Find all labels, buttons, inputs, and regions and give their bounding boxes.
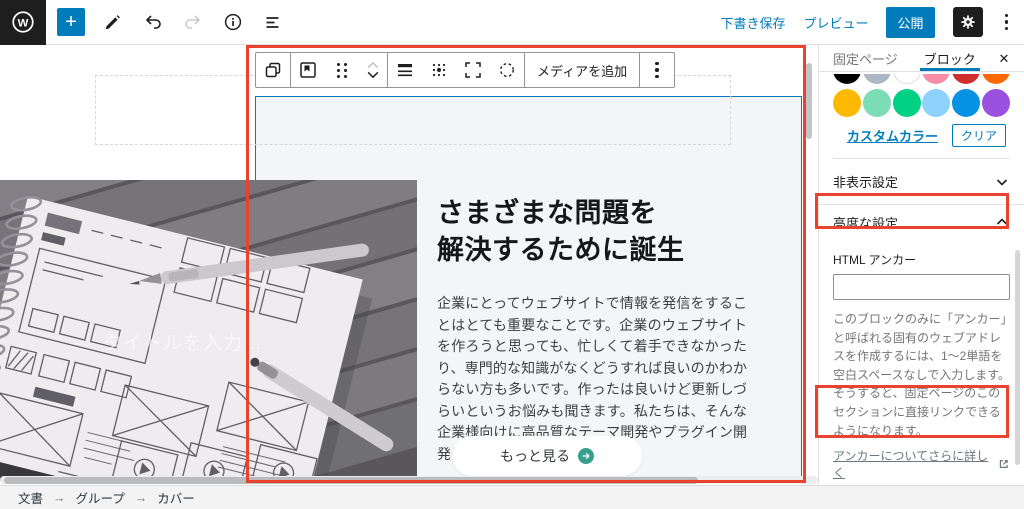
color-swatch[interactable] — [833, 74, 861, 84]
html-anchor-input[interactable] — [833, 274, 1010, 300]
publish-button[interactable]: 公開 — [886, 7, 934, 38]
chevron-down-icon — [366, 70, 380, 80]
options-menu-button[interactable] — [1001, 14, 1013, 31]
cover-block-icon — [298, 60, 318, 80]
sidebar-scrollbar[interactable] — [1015, 250, 1020, 465]
duotone-filter-button[interactable] — [490, 53, 524, 87]
chevron-up-icon — [994, 214, 1010, 230]
html-anchor-label: HTML アンカー — [833, 251, 1010, 268]
breadcrumb-document[interactable]: 文書 — [18, 488, 43, 507]
cover-block-type-button[interactable] — [291, 53, 325, 87]
advanced-settings-body: HTML アンカー このブロックのみに「アンカー」と呼ばれる固有のウェブアドレス… — [819, 239, 1024, 509]
panel-hidden-settings[interactable]: 非表示設定 — [819, 159, 1024, 205]
color-palette-row-1 — [833, 74, 1010, 84]
wordpress-logo-icon: W — [10, 9, 36, 35]
wordpress-editor-window: W + — [0, 0, 1024, 509]
cover-text-column: さまざまな問題を 解決するために誕生 企業にとってウェブサイトで情報を発信をする… — [437, 195, 757, 465]
drag-handle[interactable] — [325, 53, 359, 87]
block-toolbar: メディアを追加 — [255, 52, 675, 88]
position-matrix-icon — [429, 60, 449, 80]
tools-button[interactable] — [101, 10, 125, 34]
cover-heading[interactable]: さまざまな問題を 解決するために誕生 — [437, 195, 757, 269]
block-options-button[interactable] — [640, 53, 674, 87]
color-swatch[interactable] — [952, 74, 980, 84]
overlapping-blocks-icon — [263, 60, 283, 80]
tab-block[interactable]: ブロック — [924, 45, 976, 71]
block-mover[interactable] — [359, 53, 387, 87]
chevron-up-icon — [366, 60, 380, 70]
arrow-separator-icon: → — [135, 491, 148, 505]
color-palette-section: カスタムカラー クリア — [819, 74, 1024, 159]
content-position-button[interactable] — [422, 53, 456, 87]
color-swatch[interactable] — [893, 74, 921, 84]
cover-title-placeholder[interactable]: タイトルを入力... — [103, 328, 262, 355]
color-swatch[interactable] — [952, 89, 980, 117]
details-button[interactable] — [221, 10, 245, 34]
redo-icon — [183, 12, 203, 32]
wordpress-logo-button[interactable]: W — [0, 0, 46, 45]
color-swatch[interactable] — [982, 74, 1010, 84]
sidebar-tabs: 固定ページ ブロック ✕ — [819, 45, 1024, 72]
full-height-button[interactable] — [456, 53, 490, 87]
canvas-vertical-scrollbar[interactable] — [806, 63, 812, 139]
external-link-icon — [998, 458, 1010, 470]
align-top-icon — [395, 60, 415, 80]
vertical-align-button[interactable] — [388, 53, 422, 87]
plus-icon: + — [65, 12, 77, 32]
clear-color-button[interactable]: クリア — [952, 124, 1006, 147]
chevron-down-icon — [994, 174, 1010, 190]
anchor-learn-more-link[interactable]: アンカーについてさらに詳しく — [833, 447, 1010, 481]
color-swatch[interactable] — [863, 74, 891, 84]
breadcrumb: 文書 → グループ → カバー — [0, 485, 1024, 509]
more-vertical-icon — [651, 62, 663, 79]
save-draft-button[interactable]: 下書き保存 — [720, 13, 785, 32]
full-height-brackets-icon — [463, 60, 483, 80]
color-swatch[interactable] — [833, 89, 861, 117]
custom-color-link[interactable]: カスタムカラー — [847, 126, 938, 145]
preview-button[interactable]: プレビュー — [803, 13, 868, 32]
info-icon — [223, 12, 243, 32]
canvas-horizontal-scrollbar[interactable] — [4, 477, 698, 484]
undo-button[interactable] — [141, 10, 165, 34]
add-media-button[interactable]: メディアを追加 — [525, 61, 639, 80]
breadcrumb-group[interactable]: グループ — [76, 488, 125, 507]
tab-page[interactable]: 固定ページ — [833, 45, 898, 71]
html-anchor-description: このブロックのみに「アンカー」と呼ばれる固有のウェブアドレスを作成するには、1〜… — [833, 310, 1010, 440]
select-parent-block-button[interactable] — [256, 53, 290, 87]
color-swatch[interactable] — [922, 74, 950, 84]
editor-top-bar: W + — [0, 0, 1024, 45]
pencil-icon — [103, 12, 123, 32]
undo-icon — [143, 12, 163, 32]
gear-icon — [959, 13, 977, 31]
panel-advanced-settings[interactable]: 高度な設定 — [819, 205, 1024, 239]
svg-text:W: W — [18, 17, 29, 29]
close-sidebar-button[interactable]: ✕ — [994, 49, 1014, 69]
settings-toggle-button[interactable] — [953, 7, 983, 37]
more-link-button[interactable]: もっと見る — [452, 436, 642, 476]
color-swatch[interactable] — [922, 89, 950, 117]
breadcrumb-cover[interactable]: カバー — [157, 488, 195, 507]
color-swatch[interactable] — [893, 89, 921, 117]
color-swatch[interactable] — [982, 89, 1010, 117]
arrow-right-circle-icon — [578, 448, 594, 464]
editor-canvas: タイトルを入力... さまざまな問題を 解決するために誕生 企業にとってウェブサ… — [0, 45, 818, 485]
arrow-separator-icon: → — [53, 491, 66, 505]
close-icon: ✕ — [999, 51, 1010, 67]
color-palette-row-2 — [833, 89, 1010, 117]
duotone-circle-icon — [497, 60, 517, 80]
color-swatch[interactable] — [863, 89, 891, 117]
canvas-horizontal-scrollbar-track — [0, 476, 818, 484]
list-view-icon — [263, 12, 283, 32]
block-inserter-button[interactable]: + — [57, 8, 85, 36]
settings-sidebar: 固定ページ ブロック ✕ — [818, 45, 1024, 485]
list-view-button[interactable] — [261, 10, 285, 34]
more-vertical-icon — [1005, 14, 1009, 18]
redo-button[interactable] — [181, 10, 205, 34]
drag-dots-icon — [337, 63, 348, 78]
cover-image-block[interactable]: タイトルを入力... — [0, 180, 417, 481]
